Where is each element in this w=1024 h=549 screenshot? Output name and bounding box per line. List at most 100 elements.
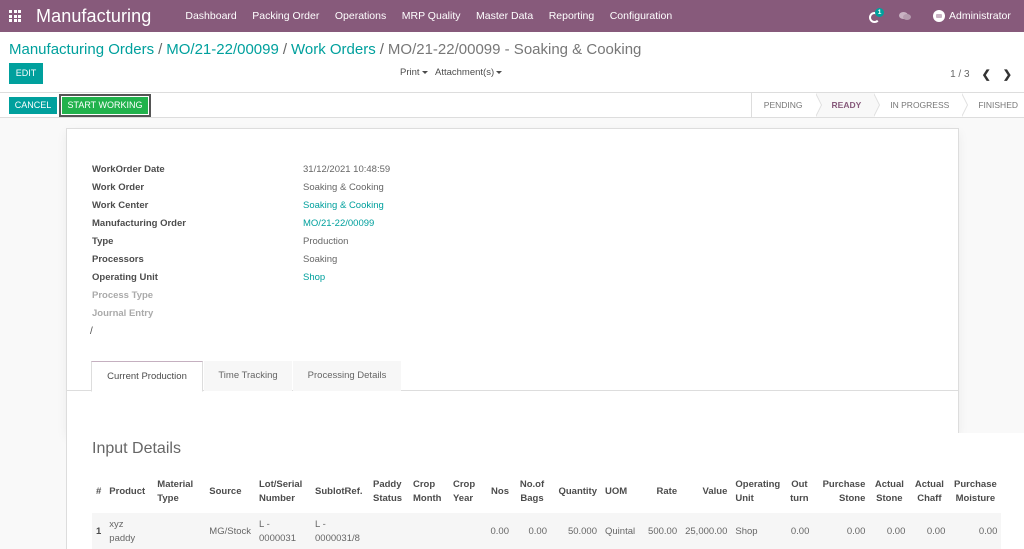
stage-pending[interactable]: PENDING — [752, 93, 822, 117]
operating-unit-link[interactable]: Shop — [303, 272, 325, 283]
breadcrumb: Manufacturing Orders / MO/21-22/00099/Work… — [9, 41, 641, 58]
menu-mrp-quality[interactable]: MRP Quality — [402, 10, 461, 22]
chevron-left-icon[interactable]: ❮ — [982, 68, 991, 81]
column-header[interactable]: No.of Bags — [513, 471, 551, 513]
menu-operations[interactable]: Operations — [335, 10, 386, 22]
field-label: Operating Unit — [92, 272, 158, 283]
breadcrumb-manufacturing-orders[interactable]: Manufacturing Orders — [9, 41, 154, 58]
field-label: Process Type — [92, 290, 154, 301]
table-cell — [153, 513, 206, 549]
column-header[interactable]: Crop Year — [449, 471, 485, 513]
field-value: Soaking — [303, 254, 338, 265]
table-cell: 1 — [92, 513, 106, 549]
column-header[interactable]: Value — [681, 471, 731, 513]
field-label: Type — [92, 236, 114, 247]
control-panel: Manufacturing Orders / MO/21-22/00099/Work… — [0, 32, 1024, 93]
top-navbar: Manufacturing Dashboard Packing Order Op… — [0, 0, 1024, 32]
breadcrumb-work-orders[interactable]: Work Orders — [291, 41, 376, 58]
print-label: Print — [400, 67, 420, 78]
table-header-row: # Product Material Type Source Lot/Serial Numb… — [92, 471, 1001, 513]
table-cell: Quintal — [601, 513, 640, 549]
field-workorder-date: WorkOrder Date 31/12/2021 10:48:59 — [92, 164, 492, 182]
table-row[interactable]: 1 xyz paddy MG/Stock L -0000031 L -0000031/8 0… — [92, 513, 1002, 549]
menu-packing-order[interactable]: Packing Order — [252, 10, 319, 22]
field-value: Production — [303, 236, 349, 247]
avatar-icon[interactable] — [933, 10, 945, 22]
attachments-dropdown[interactable]: Attachment(s) — [435, 67, 503, 78]
clock-icon[interactable]: 1 — [869, 8, 884, 23]
input-details-table: # Product Material Type Source Lot/Serial Numb… — [92, 471, 1002, 549]
column-header[interactable]: Material Type — [153, 471, 205, 513]
table-cell: 0.00 — [869, 513, 910, 549]
breadcrumb-mo[interactable]: MO/21-22/00099 — [166, 41, 279, 58]
edit-button[interactable]: EDIT — [9, 63, 43, 84]
field-label: Journal Entry — [92, 308, 154, 319]
column-header[interactable]: Lot/Serial Number — [255, 471, 311, 513]
form-sheet: WorkOrder Date 31/12/2021 10:48:59 Work … — [66, 128, 959, 434]
column-header[interactable]: SublotRef. — [311, 471, 369, 513]
apps-grid-icon[interactable] — [9, 10, 23, 22]
column-header[interactable]: Source — [205, 471, 255, 513]
table-cell: 0.00 — [485, 513, 513, 549]
tab-time-tracking[interactable]: Time Tracking — [204, 361, 292, 391]
chat-bubbles-icon[interactable] — [899, 11, 911, 21]
field-label: Work Center — [92, 200, 149, 211]
column-header[interactable]: Rate — [639, 471, 681, 513]
input-details-section: Input Details # Product Material Type Source… — [66, 433, 1024, 549]
menu-configuration[interactable]: Configuration — [610, 10, 672, 22]
menu-dashboard[interactable]: Dashboard — [185, 10, 236, 22]
main-menu: Dashboard Packing Order Operations MRP Q… — [185, 10, 687, 22]
tab-current-production[interactable]: Current Production — [91, 361, 203, 392]
cancel-button[interactable]: CANCEL — [9, 97, 57, 114]
column-header[interactable]: Crop Month — [409, 471, 449, 513]
column-header[interactable]: # — [92, 471, 105, 513]
field-type: Type Production — [92, 236, 492, 254]
pager-value[interactable]: 1 / 3 — [950, 69, 969, 80]
column-header[interactable]: Paddy Status — [369, 471, 409, 513]
start-working-button[interactable]: START WORKING — [62, 97, 148, 114]
stage-pipeline: PENDING READY IN PROGRESS FINISHED — [750, 93, 1024, 117]
stage-ready[interactable]: READY — [815, 93, 881, 117]
column-header[interactable]: Actual Chaff — [909, 471, 949, 513]
field-journal-entry: Journal Entry — [92, 308, 492, 326]
column-header[interactable]: Actual Stone — [869, 471, 909, 513]
work-center-link[interactable]: Soaking & Cooking — [303, 200, 384, 211]
column-header[interactable]: Out turn — [785, 471, 813, 513]
column-header[interactable]: Nos — [485, 471, 513, 513]
field-operating-unit: Operating Unit Shop — [92, 272, 492, 290]
tab-processing-details[interactable]: Processing Details — [293, 361, 401, 391]
table-cell: 0.00 — [513, 513, 551, 549]
user-menu[interactable]: Administrator — [949, 10, 1024, 22]
stage-in-progress[interactable]: IN PROGRESS — [874, 93, 969, 117]
table-cell: L -0000031/8 — [311, 513, 369, 549]
menu-reporting[interactable]: Reporting — [549, 10, 595, 22]
field-manufacturing-order: Manufacturing Order MO/21-22/00099 — [92, 218, 492, 236]
column-header[interactable]: Product — [105, 471, 153, 513]
column-header[interactable]: Operating Unit — [731, 471, 785, 513]
print-dropdown[interactable]: Print — [400, 67, 428, 78]
chevron-right-icon[interactable]: ❯ — [1003, 68, 1012, 81]
manufacturing-order-link[interactable]: MO/21-22/00099 — [303, 218, 374, 229]
table-cell: 25,000.00 — [681, 513, 732, 549]
column-header[interactable]: Quantity — [551, 471, 601, 513]
field-process-type: Process Type — [92, 290, 492, 308]
section-title: Input Details — [92, 440, 181, 457]
attachments-label: Attachment(s) — [435, 67, 495, 78]
table-cell: 50.000 — [551, 513, 601, 549]
column-header[interactable]: UOM — [601, 471, 639, 513]
table-cell — [369, 513, 409, 549]
table-cell: 0.00 — [785, 513, 814, 549]
menu-master-data[interactable]: Master Data — [476, 10, 533, 22]
breadcrumb-current: MO/21-22/00099 - Soaking & Cooking — [387, 41, 642, 58]
table-cell: MG/Stock — [205, 513, 255, 549]
table-body: 1 xyz paddy MG/Stock L -0000031 L -0000031/8 0… — [92, 513, 1002, 549]
column-header[interactable]: Purchase Stone — [813, 471, 869, 513]
systray: 1 Administrator — [869, 0, 1024, 32]
stage-finished[interactable]: FINISHED — [962, 93, 1024, 117]
start-working-focus-ring: START WORKING — [59, 94, 151, 117]
table-cell: 500.00 — [639, 513, 682, 549]
column-header[interactable]: Purchase Moisture — [949, 471, 1001, 513]
table-cell: 0.00 — [909, 513, 950, 549]
table-cell: 0.00 — [949, 513, 1002, 549]
field-label: Manufacturing Order — [92, 218, 186, 229]
